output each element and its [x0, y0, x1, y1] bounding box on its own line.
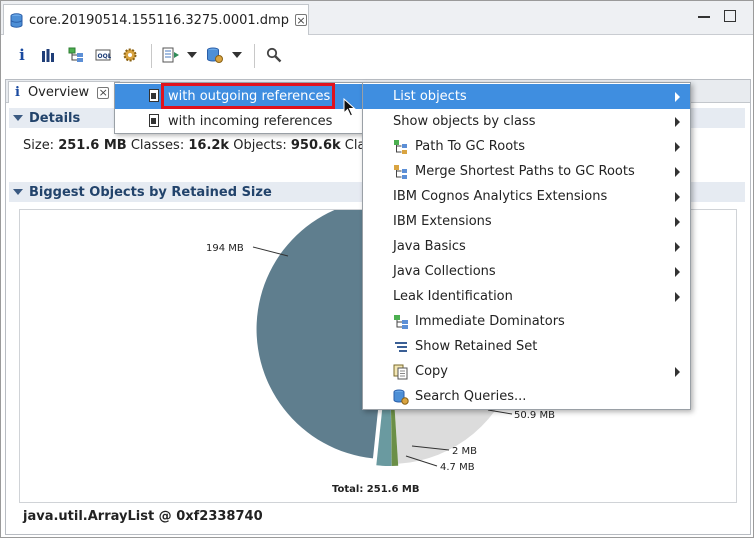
submenu-arrow-icon: [675, 267, 680, 277]
menu-item-list-objects[interactable]: List objects: [363, 84, 690, 109]
menu-item-label: List objects: [393, 89, 467, 104]
gear-icon[interactable]: [121, 46, 139, 64]
slice-label-50.9mb: 50.9 MB: [514, 410, 555, 421]
toolbar-separator: [254, 44, 255, 68]
menu-item-leak-identification[interactable]: Leak Identification: [363, 284, 690, 309]
tab-overview[interactable]: i Overview ×: [8, 81, 120, 103]
immediate-dominators-icon: [394, 315, 408, 329]
menu-item-search-queries[interactable]: Search Queries...: [363, 384, 690, 409]
slice-label-194mb: 194 MB: [206, 243, 244, 254]
close-icon[interactable]: ×: [294, 14, 307, 26]
submenu-arrow-icon: [675, 117, 680, 127]
menu-item-with-incoming-references[interactable]: with incoming references: [115, 109, 364, 134]
menu-item-ibm-extensions[interactable]: IBM Extensions: [363, 209, 690, 234]
menu-item-label: Leak Identification: [393, 289, 513, 304]
query-dropdown-arrow[interactable]: [232, 52, 242, 58]
biggest-objects-heading: Biggest Objects by Retained Size: [29, 184, 272, 200]
submenu-arrow-icon: [675, 242, 680, 252]
chart-total: Total: 251.6 MB: [332, 484, 420, 495]
selected-object-label: java.util.ArrayList @ 0xf2338740: [23, 509, 263, 524]
editor-tab[interactable]: core.20190514.155116.3275.0001.dmp ×: [3, 4, 309, 35]
menu-item-label: IBM Cognos Analytics Extensions: [393, 189, 608, 204]
details-heading: Details: [29, 110, 81, 126]
menu-item-show-retained-set[interactable]: Show Retained Set: [363, 334, 690, 359]
retained-set-icon: [395, 342, 407, 352]
menu-item-label: Path To GC Roots: [415, 139, 526, 154]
details-summary: Size: 251.6 MB Classes: 16.2k Objects: 9…: [23, 138, 365, 153]
dominator-tree-icon[interactable]: [67, 46, 85, 64]
menu-item-label: Immediate Dominators: [415, 314, 565, 329]
menu-item-label: Show Retained Set: [415, 339, 538, 354]
report-icon[interactable]: [162, 46, 180, 64]
menu-item-label: Java Basics: [393, 239, 466, 254]
submenu-arrow-icon: [675, 92, 680, 102]
submenu-arrow-icon: [675, 292, 680, 302]
size-label: Size:: [23, 138, 55, 153]
highlight-box: [161, 83, 335, 109]
histogram-icon[interactable]: [39, 46, 57, 64]
copy-icon: [393, 364, 408, 380]
maximize-button[interactable]: [724, 10, 736, 22]
menu-item-show-objects-by-class[interactable]: Show objects by class: [363, 109, 690, 134]
menu-item-label: Merge Shortest Paths to GC Roots: [415, 164, 635, 179]
svg-text:OQL: OQL: [98, 53, 112, 60]
toolbar: i OQL: [1, 36, 753, 76]
close-icon[interactable]: ×: [97, 86, 110, 99]
context-menu: List objects Show objects by class Path …: [362, 82, 691, 410]
info-icon[interactable]: i: [13, 46, 31, 64]
slice-label-2mb: 2 MB: [452, 446, 477, 457]
menu-item-label: Copy: [415, 364, 448, 379]
submenu-arrow-icon: [675, 367, 680, 377]
outgoing-references-icon: [149, 89, 159, 102]
size-value: 251.6 MB: [58, 138, 127, 153]
submenu-arrow-icon: [675, 167, 680, 177]
heap-dump-icon: [10, 12, 23, 28]
menu-item-label: Show objects by class: [393, 114, 536, 129]
app-window: core.20190514.155116.3275.0001.dmp × i O…: [0, 0, 754, 538]
menu-item-merge-shortest-paths[interactable]: Merge Shortest Paths to GC Roots: [363, 159, 690, 184]
menu-item-label: IBM Extensions: [393, 214, 492, 229]
menu-item-label: Java Collections: [393, 264, 496, 279]
classes-label: Classes:: [130, 138, 185, 153]
menu-item-java-collections[interactable]: Java Collections: [363, 259, 690, 284]
objects-value: 950.6k: [290, 138, 341, 153]
mouse-pointer-icon: [343, 98, 356, 117]
report-dropdown-arrow[interactable]: [187, 52, 197, 58]
menu-item-label: Search Queries...: [415, 389, 527, 404]
menu-item-label: with incoming references: [168, 114, 333, 129]
menu-item-java-basics[interactable]: Java Basics: [363, 234, 690, 259]
objects-label: Objects:: [233, 138, 287, 153]
classes-value: 16.2k: [188, 138, 230, 153]
menu-item-copy[interactable]: Copy: [363, 359, 690, 384]
menu-item-immediate-dominators[interactable]: Immediate Dominators: [363, 309, 690, 334]
editor-tab-title: core.20190514.155116.3275.0001.dmp: [29, 12, 289, 28]
menu-item-ibm-cognos-analytics-extensions[interactable]: IBM Cognos Analytics Extensions: [363, 184, 690, 209]
oql-icon[interactable]: OQL: [94, 46, 112, 64]
collapse-triangle-icon: [13, 189, 23, 195]
minimize-button[interactable]: [698, 10, 710, 18]
info-icon: i: [15, 85, 20, 100]
submenu-arrow-icon: [675, 192, 680, 202]
merge-paths-icon: [394, 165, 407, 179]
path-to-gc-roots-icon: [394, 140, 407, 154]
menu-item-path-to-gc-roots[interactable]: Path To GC Roots: [363, 134, 690, 159]
collapse-triangle-icon: [13, 115, 23, 121]
slice-label-4.7mb: 4.7 MB: [440, 462, 475, 473]
incoming-references-icon: [149, 114, 159, 127]
tab-overview-label: Overview: [27, 85, 90, 100]
query-icon[interactable]: [206, 46, 224, 64]
toolbar-separator: [151, 44, 152, 68]
submenu-arrow-icon: [675, 217, 680, 227]
search-queries-icon: [393, 389, 409, 405]
submenu-arrow-icon: [675, 142, 680, 152]
search-icon[interactable]: [265, 46, 283, 64]
editor-tab-bar: core.20190514.155116.3275.0001.dmp ×: [1, 1, 753, 35]
